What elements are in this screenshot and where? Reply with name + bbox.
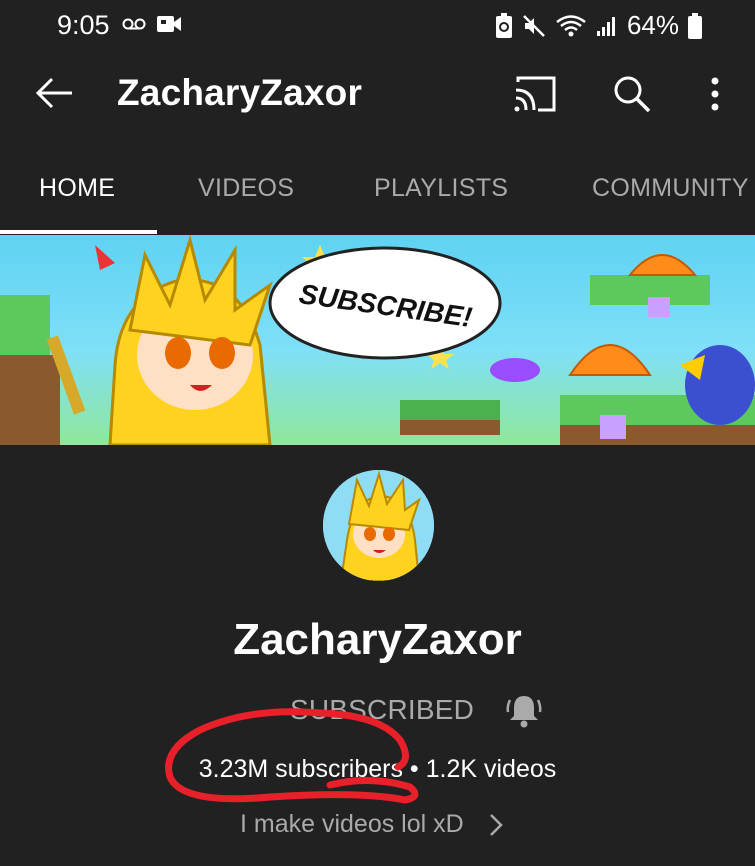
channel-tabs: HOME VIDEOS PLAYLISTS COMMUNITY bbox=[0, 150, 755, 234]
status-bar: 9:05 64% bbox=[0, 0, 755, 52]
app-bar: ZacharyZaxor bbox=[0, 52, 755, 138]
chevron-right-icon bbox=[489, 813, 503, 836]
channel-stats: 3.23M subscribers • 1.2K videos bbox=[198, 755, 557, 783]
battery-percent: 64% bbox=[626, 10, 679, 40]
battery-saver-icon bbox=[495, 12, 512, 38]
notification-bell-icon[interactable] bbox=[504, 690, 544, 730]
status-time: 9:05 bbox=[57, 10, 110, 40]
wifi-icon bbox=[556, 14, 586, 36]
signal-icon bbox=[596, 16, 615, 36]
video-icon bbox=[157, 16, 181, 32]
banner-artwork: SUBSCRIBE! bbox=[0, 235, 755, 445]
active-tab-indicator bbox=[0, 230, 157, 234]
subscribed-button[interactable]: SUBSCRIBED bbox=[290, 694, 474, 726]
search-icon[interactable] bbox=[611, 73, 653, 115]
tab-playlists[interactable]: PLAYLISTS bbox=[374, 174, 508, 203]
channel-description: I make videos lol xD bbox=[240, 810, 464, 838]
description-row[interactable]: I make videos lol xD bbox=[240, 810, 504, 839]
cast-icon[interactable] bbox=[512, 74, 558, 114]
channel-banner: SUBSCRIBE! bbox=[0, 235, 755, 445]
battery-icon bbox=[688, 12, 702, 39]
subscribe-row: SUBSCRIBED bbox=[290, 690, 544, 730]
tab-videos[interactable]: VIDEOS bbox=[198, 174, 294, 203]
tab-home[interactable]: HOME bbox=[39, 174, 115, 203]
status-left-icons bbox=[122, 14, 182, 34]
status-right: 64% bbox=[495, 10, 702, 41]
tab-community[interactable]: COMMUNITY bbox=[592, 174, 749, 203]
more-vert-icon[interactable] bbox=[703, 73, 727, 115]
channel-name: ZacharyZaxor bbox=[233, 615, 522, 664]
app-bar-title: ZacharyZaxor bbox=[117, 72, 363, 113]
back-arrow-icon[interactable] bbox=[34, 72, 76, 114]
voicemail-icon bbox=[122, 18, 146, 30]
avatar-image bbox=[323, 470, 434, 581]
channel-avatar[interactable] bbox=[323, 470, 434, 581]
mute-icon bbox=[523, 14, 545, 37]
